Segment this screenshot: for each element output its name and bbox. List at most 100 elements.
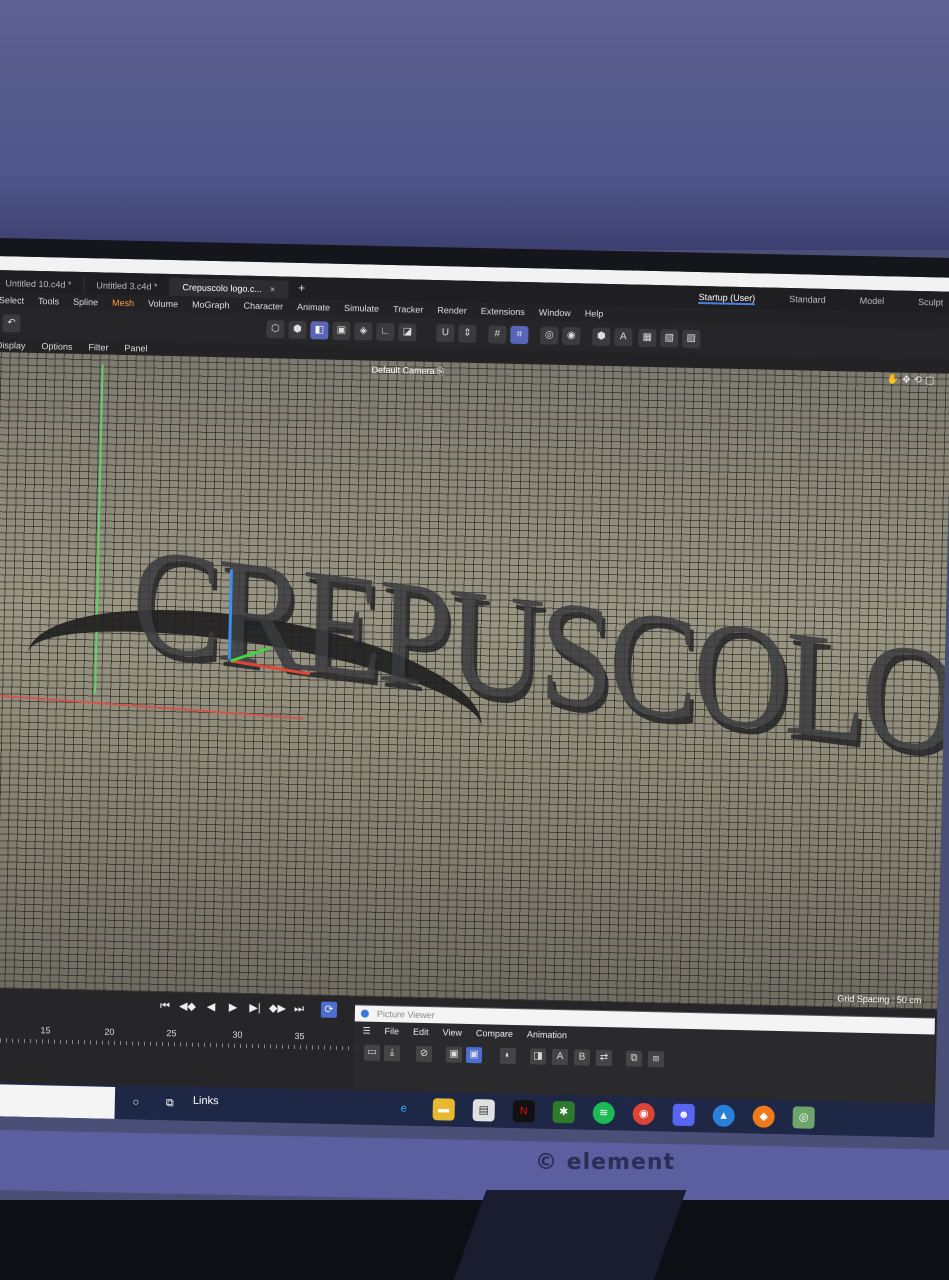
layout-startup[interactable]: Startup (User) [698, 291, 756, 306]
render-region-icon[interactable]: ◉ [562, 326, 581, 346]
menu-help[interactable]: Help [585, 305, 604, 321]
task-view-icon[interactable]: ⧉ [159, 1092, 181, 1114]
menu-simulate[interactable]: Simulate [344, 300, 379, 317]
layout-sculpt[interactable]: Sculpt [918, 297, 943, 310]
layout-model[interactable]: Model [860, 296, 885, 309]
file-explorer-icon[interactable]: ▬ [432, 1098, 456, 1121]
go-to-end-icon[interactable]: ⏭ [291, 1001, 307, 1017]
menu-mograph[interactable]: MoGraph [192, 297, 230, 314]
cortana-icon[interactable]: ○ [125, 1091, 147, 1113]
taskbar-search-box[interactable] [0, 1083, 116, 1119]
viewport-navigation[interactable]: ✋✥⟲▢ [887, 374, 938, 386]
menu-window[interactable]: Window [539, 304, 571, 321]
menu-animate[interactable]: Animate [297, 299, 330, 316]
chrome-icon[interactable]: ◉ [632, 1102, 655, 1126]
points-mode-icon[interactable]: ⬡ [266, 320, 285, 339]
menu-select[interactable]: Select [0, 292, 24, 309]
menu-character[interactable]: Character [243, 298, 283, 315]
discord-icon[interactable]: ☻ [672, 1103, 695, 1127]
3d-viewport[interactable]: Default Camera ⎘ ✋✥⟲▢ CREPUSCOLO Grid Sp… [0, 351, 949, 1010]
snap-icon[interactable]: U [436, 324, 455, 343]
menu-mesh[interactable]: Mesh [112, 295, 134, 311]
render-settings-icon[interactable]: A [614, 328, 633, 347]
stop-render-icon[interactable]: ⊘ [415, 1045, 433, 1063]
background-wall [0, 0, 949, 250]
close-tab-icon[interactable]: × [270, 284, 275, 294]
viewport-menu-options[interactable]: Options [41, 339, 72, 354]
uv-mode-icon[interactable]: ◈ [354, 322, 373, 341]
menu-spline[interactable]: Spline [73, 294, 98, 311]
polygons-mode-icon[interactable]: ◧ [310, 321, 329, 340]
ruler-label: 15 [40, 1025, 51, 1036]
compare-a-button[interactable]: A [551, 1048, 569, 1066]
workplane-icon[interactable]: ⌗ [510, 325, 529, 345]
monitor-stand [453, 1190, 687, 1280]
camera-icon: ⎘ [436, 366, 445, 377]
render-active-icon[interactable]: ▣ [445, 1046, 463, 1063]
render-view-icon[interactable]: ◎ [540, 326, 559, 345]
pv-menu-animation[interactable]: Animation [527, 1029, 567, 1041]
add-tab-button[interactable]: + [288, 277, 316, 300]
menu-tools[interactable]: Tools [38, 293, 59, 309]
model-mode-icon[interactable]: ▣ [332, 321, 351, 341]
menu-volume[interactable]: Volume [148, 296, 178, 313]
cinema4d-taskbar-icon[interactable]: ◎ [792, 1106, 815, 1129]
next-frame-icon[interactable]: ▶| [247, 1000, 263, 1016]
monitor-brand-logo: © element [535, 1150, 676, 1175]
tab-untitled-3[interactable]: Untitled 3.c4d * [84, 276, 171, 297]
camera-label[interactable]: Default Camera ⎘ [371, 365, 444, 378]
ruler-label: 35 [294, 1031, 305, 1042]
snap-settings-icon[interactable]: ⇕ [458, 324, 477, 343]
play-icon[interactable]: ▶ [225, 999, 241, 1015]
render-settings-2-icon[interactable]: ▨ [682, 329, 701, 349]
viewport-menu-panel[interactable]: Panel [124, 341, 147, 356]
pv-menu-compare[interactable]: Compare [476, 1028, 513, 1040]
menu-render[interactable]: Render [437, 302, 467, 319]
edge-browser-icon[interactable]: e [393, 1097, 415, 1119]
next-key-icon[interactable]: ◆▶ [269, 1000, 286, 1016]
ruler-label: 20 [104, 1026, 115, 1037]
swap-icon[interactable]: ⇄ [595, 1049, 613, 1067]
links-toolbar[interactable]: Links [193, 1095, 219, 1108]
viewport-menu-display[interactable]: Display [0, 338, 26, 353]
green-app-icon[interactable]: ✱ [552, 1100, 575, 1124]
spotify-icon[interactable]: ≋ [592, 1101, 615, 1125]
save-icon[interactable]: ⤓ [383, 1045, 401, 1062]
orange-app-icon[interactable]: ◆ [752, 1105, 775, 1128]
loop-icon[interactable]: ⟳ [320, 1001, 338, 1018]
netflix-icon[interactable]: N [512, 1099, 535, 1123]
axis-mode-icon[interactable]: ∟ [376, 322, 395, 342]
go-to-start-icon[interactable]: ⏮ [157, 998, 173, 1014]
pv-menu-view[interactable]: View [442, 1027, 462, 1038]
render-queue-icon[interactable]: ▧ [660, 329, 679, 348]
grid-spacing-label: Grid Spacing : 50 cm [837, 993, 922, 1006]
menu-extensions[interactable]: Extensions [481, 303, 525, 320]
menu-tracker[interactable]: Tracker [393, 301, 424, 318]
hamburger-menu-icon[interactable]: ☰ [362, 1026, 370, 1037]
compare-b-button[interactable]: B [573, 1049, 591, 1066]
layout-standard[interactable]: Standard [789, 294, 826, 307]
viewport-menu-filter[interactable]: Filter [88, 340, 108, 354]
pv-menu-file[interactable]: File [384, 1026, 399, 1037]
previous-key-icon[interactable]: ◀◆ [179, 998, 196, 1014]
store-icon[interactable]: ▤ [472, 1099, 495, 1122]
render-all-icon[interactable]: ▣ [465, 1046, 483, 1064]
paste-icon[interactable]: ⧈ [647, 1051, 665, 1068]
render-picture-viewer-icon[interactable]: ⬢ [592, 327, 611, 347]
grid-snap-icon[interactable]: # [488, 325, 507, 344]
cinema4d-app-icon [360, 1009, 369, 1018]
undo-icon[interactable]: ↶ [2, 314, 21, 333]
open-folder-icon[interactable]: ▭ [363, 1044, 381, 1061]
blue-app-icon[interactable]: ▲ [712, 1104, 735, 1128]
previous-frame-icon[interactable]: ◀ [203, 999, 219, 1015]
copy-icon[interactable]: ⧉ [625, 1050, 643, 1067]
clapper-icon[interactable]: ▦ [638, 328, 657, 348]
contrast-icon[interactable]: ◐ [499, 1047, 517, 1065]
pv-menu-edit[interactable]: Edit [413, 1027, 429, 1038]
tab-untitled-10[interactable]: Untitled 10.c4d * [0, 273, 85, 295]
compare-icon[interactable]: ◨ [529, 1048, 547, 1065]
timeline-ruler[interactable]: 10 15 20 25 30 35 [0, 1024, 357, 1053]
edges-mode-icon[interactable]: ⬢ [288, 320, 307, 340]
solo-icon[interactable]: ◪ [398, 323, 417, 342]
monitor-bezel-bottom [0, 1130, 949, 1210]
